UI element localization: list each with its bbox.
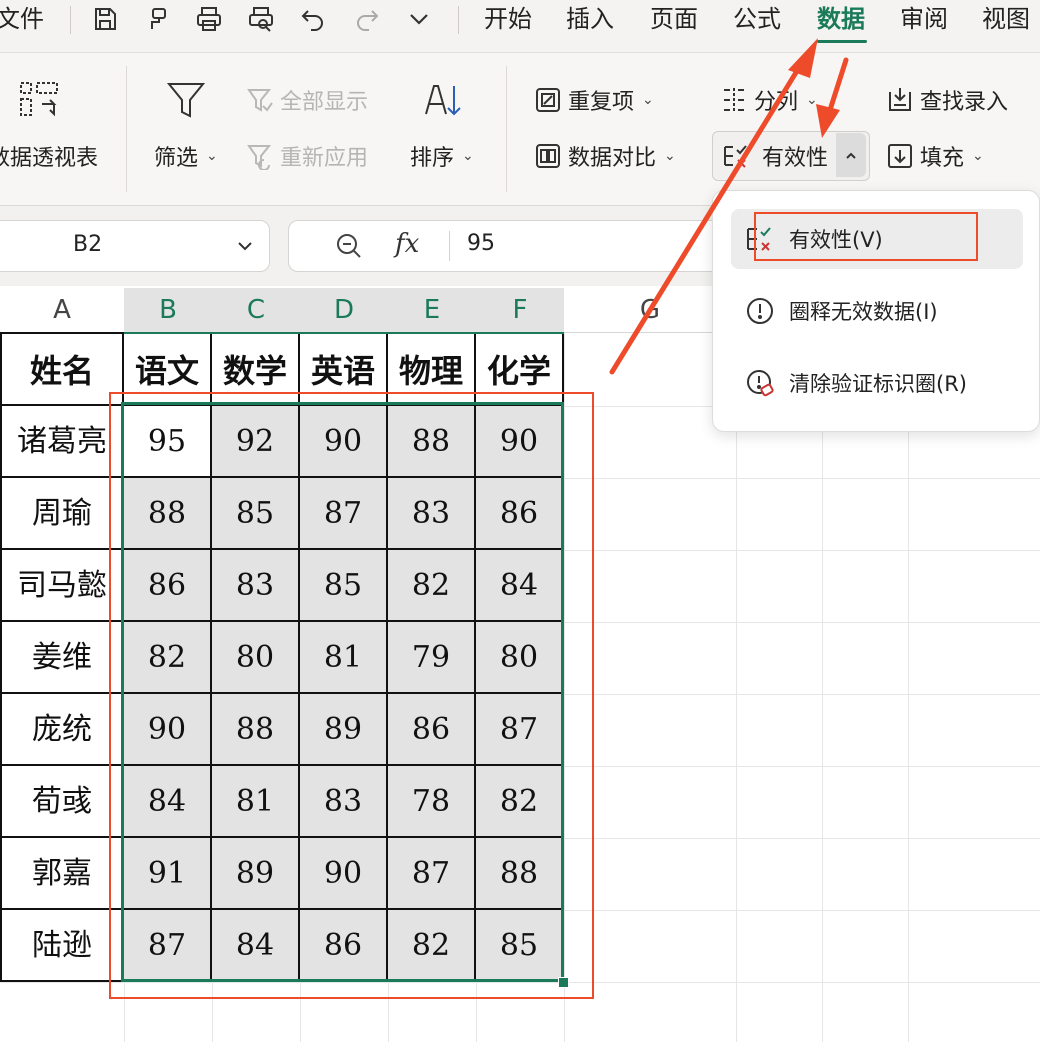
annotation-arrows bbox=[609, 38, 849, 375]
arrow-head-icon bbox=[816, 104, 840, 138]
annotation-arrow-to-validity bbox=[827, 57, 849, 113]
arrow-head-icon bbox=[788, 38, 818, 78]
annotation-arrow-to-data-tab bbox=[609, 63, 803, 375]
